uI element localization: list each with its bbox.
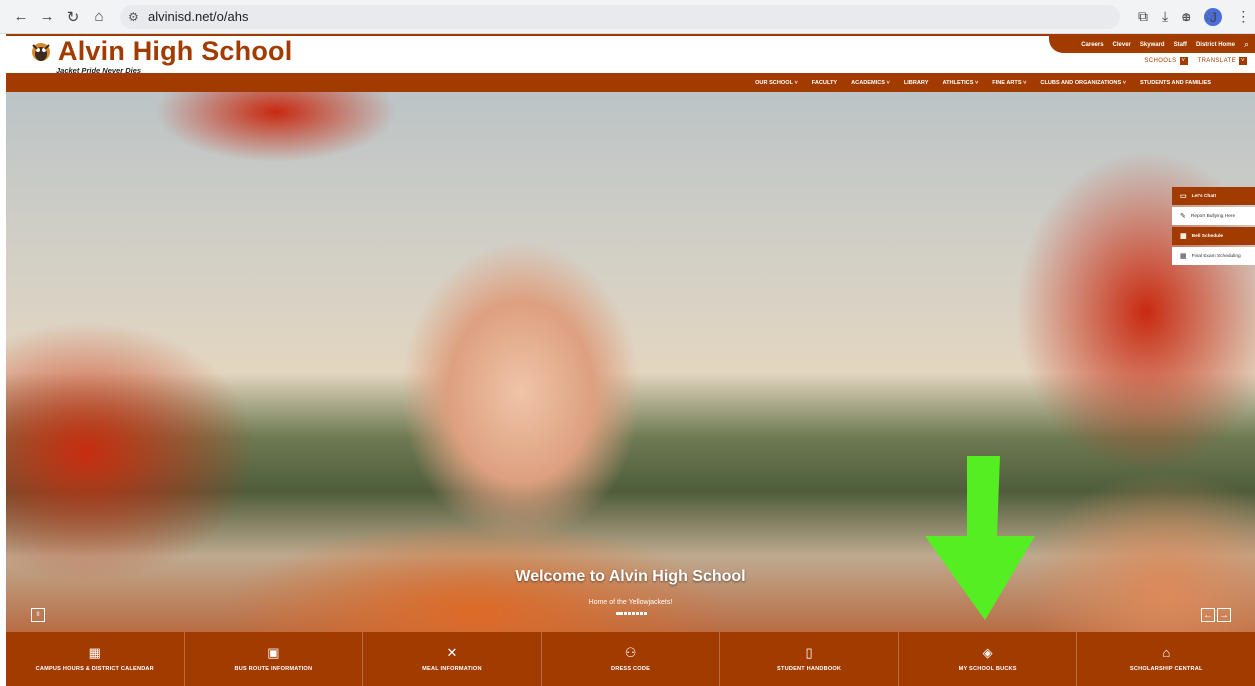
quick-link-label: Report Bullying Here [1190,213,1236,219]
schools-dropdown[interactable]: SCHOOLS ˅ [1144,57,1188,65]
url-text: alvinisd.net/o/ahs [148,9,249,24]
download-icon[interactable]: ⤓ [1162,8,1168,25]
bottom-link-label: DRESS CODE [611,666,651,672]
yellowjacket-logo-icon[interactable] [28,40,54,66]
hero-slideshow: Welcome to Alvin High School Home of the… [6,92,1255,632]
menu-dots-icon[interactable]: ⋮ [1236,8,1250,25]
bottom-link-label: STUDENT HANDBOOK [777,666,842,672]
translate-dropdown[interactable]: TRANSLATE ˅ [1197,57,1247,65]
report-icon: ✎ [1180,213,1186,220]
bottom-link-dress-code[interactable]: ⚇ DRESS CODE [542,632,721,686]
translate-label: TRANSLATE [1197,58,1236,64]
header-selectors: SCHOOLS ˅ TRANSLATE ˅ [1144,57,1247,65]
nav-item-academics[interactable]: ACADEMICS ˅ [851,80,890,86]
chevron-down-icon: ˅ [1239,57,1247,65]
utility-link-skyward[interactable]: Skyward [1140,42,1165,48]
nav-item-athletics[interactable]: ATHLETICS ˅ [942,80,978,86]
bottom-link-label: MEAL INFORMATION [422,666,482,672]
site-title[interactable]: Alvin High School [58,36,292,67]
quick-link-bell-schedule[interactable]: ▦ Bell Schedule [1172,227,1255,245]
quick-link-report-bullying[interactable]: ✎ Report Bullying Here [1172,207,1255,225]
slide-arrows: ← → [1201,608,1231,622]
extensions-icon[interactable]: ⧉ [1138,8,1148,25]
slide-dot[interactable] [640,612,643,615]
main-navigation: OUR SCHOOL ˅ FACULTY ACADEMICS ˅ LIBRARY… [6,73,1255,92]
reload-button[interactable]: ↻ [60,4,86,30]
nav-item-library[interactable]: LIBRARY [904,80,929,86]
slide-dot[interactable] [632,612,635,615]
forward-button[interactable]: → [34,4,60,30]
hero-title: Welcome to Alvin High School [515,568,746,585]
bottom-link-meal-info[interactable]: ✕ MEAL INFORMATION [363,632,542,686]
utility-link-clever[interactable]: Clever [1113,42,1131,48]
bottom-link-my-school-bucks[interactable]: ◈ MY SCHOOL BUCKS [899,632,1078,686]
people-icon: ⚇ [624,645,637,660]
utensils-icon: ✕ [446,645,458,660]
graduation-cap-icon: ⌂ [1162,645,1171,660]
bottom-link-label: MY SCHOOL BUCKS [958,666,1017,672]
utility-link-staff[interactable]: Staff [1174,42,1187,48]
pause-button[interactable]: II [31,608,45,622]
quick-link-chat[interactable]: ▭ Let's Chat! [1172,187,1255,205]
slide-dot[interactable] [636,612,639,615]
back-button[interactable]: ← [8,4,34,30]
address-bar[interactable]: ⚙ alvinisd.net/o/ahs ⊕ ☆ [120,4,1215,29]
utility-bar: Careers Clever Skyward Staff District Ho… [1049,36,1255,53]
bottom-links-bar: ▦ CAMPUS HOURS & DISTRICT CALENDAR ▣ BUS… [6,632,1255,686]
utility-link-careers[interactable]: Careers [1081,42,1103,48]
slide-dot[interactable] [624,612,627,615]
site-settings-icon[interactable]: ⚙ [128,10,148,24]
slide-dot[interactable] [616,612,623,615]
hero-subtitle: Home of the Yellowjackets! [588,599,673,606]
nav-item-students-families[interactable]: STUDENTS AND FAMILIES [1140,80,1211,86]
quick-link-label: Let's Chat! [1191,193,1217,199]
site-header: Alvin High School Jacket Pride Never Die… [6,34,1255,75]
calendar-icon: ▦ [88,645,101,660]
nav-item-clubs[interactable]: CLUBS AND ORGANIZATIONS ˅ [1040,80,1126,86]
nav-item-our-school[interactable]: OUR SCHOOL ˅ [755,80,798,86]
bottom-link-campus-hours[interactable]: ▦ CAMPUS HOURS & DISTRICT CALENDAR [6,632,185,686]
chat-icon: ▭ [1180,193,1187,200]
calendar-icon: ▦ [1180,253,1187,260]
home-button[interactable]: ⌂ [86,4,112,30]
nav-item-faculty[interactable]: FACULTY [812,80,837,86]
calendar-icon: ▦ [1180,233,1187,240]
money-icon: ◈ [982,645,993,660]
bus-icon: ▣ [267,645,280,660]
bottom-link-label: CAMPUS HOURS & DISTRICT CALENDAR [35,666,154,672]
quick-link-label: Final Exam Scheduling [1191,253,1241,259]
chevron-down-icon: ˅ [1179,57,1188,65]
quick-links-panel: ▭ Let's Chat! ✎ Report Bullying Here ▦ B… [1172,187,1255,267]
quick-link-final-exam[interactable]: ▦ Final Exam Scheduling [1172,247,1255,265]
nav-item-fine-arts[interactable]: FINE ARTS ˅ [992,80,1026,86]
book-icon: ▯ [805,645,813,660]
search-icon[interactable]: ⌕ [1244,39,1249,50]
slide-dot[interactable] [628,612,631,615]
bottom-link-bus-route[interactable]: ▣ BUS ROUTE INFORMATION [185,632,364,686]
quick-link-label: Bell Schedule [1191,233,1224,239]
schools-label: SCHOOLS [1144,58,1177,64]
zoom-icon[interactable]: ⊕ [1181,10,1191,24]
browser-toolbar: ← → ↻ ⌂ ⚙ alvinisd.net/o/ahs ⊕ ☆ ⧉ ⤓ ≡ J… [0,0,1255,34]
bottom-link-scholarship-central[interactable]: ⌂ SCHOLARSHIP CENTRAL [1077,632,1255,686]
green-down-arrow-annotation [925,456,1035,620]
slide-indicators [616,612,647,615]
bottom-link-label: SCHOLARSHIP CENTRAL [1129,666,1203,672]
bookmark-star-icon[interactable]: ☆ [1203,9,1215,25]
utility-link-district-home[interactable]: District Home [1196,42,1235,48]
bottom-link-student-handbook[interactable]: ▯ STUDENT HANDBOOK [720,632,899,686]
slide-dot[interactable] [644,612,647,615]
previous-slide-button[interactable]: ← [1201,608,1215,622]
bottom-link-label: BUS ROUTE INFORMATION [234,666,313,672]
next-slide-button[interactable]: → [1217,608,1231,622]
